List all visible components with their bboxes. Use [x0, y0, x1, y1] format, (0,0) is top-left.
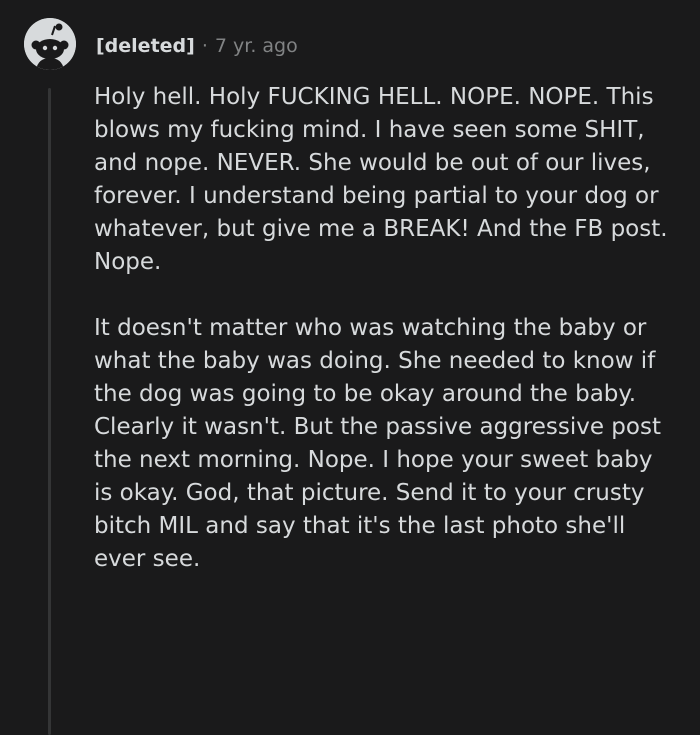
comment-author[interactable]: [deleted] [96, 35, 195, 57]
deleted-user-avatar-icon[interactable] [24, 18, 76, 70]
comment-meta: [deleted] · 7 yr. ago [96, 32, 298, 60]
comment: [deleted] · 7 yr. ago Holy hell. Holy FU… [0, 0, 700, 735]
comment-timestamp[interactable]: 7 yr. ago [215, 35, 298, 57]
snoo-icon [24, 18, 76, 70]
meta-separator: · [201, 35, 208, 57]
comment-paragraph: Holy hell. Holy FUCKING HELL. NOPE. NOPE… [94, 84, 668, 275]
thread-collapse-line[interactable] [48, 88, 51, 735]
comment-body: Holy hell. Holy FUCKING HELL. NOPE. NOPE… [94, 81, 678, 576]
comment-paragraph: It doesn't matter who was watching the b… [94, 315, 661, 572]
